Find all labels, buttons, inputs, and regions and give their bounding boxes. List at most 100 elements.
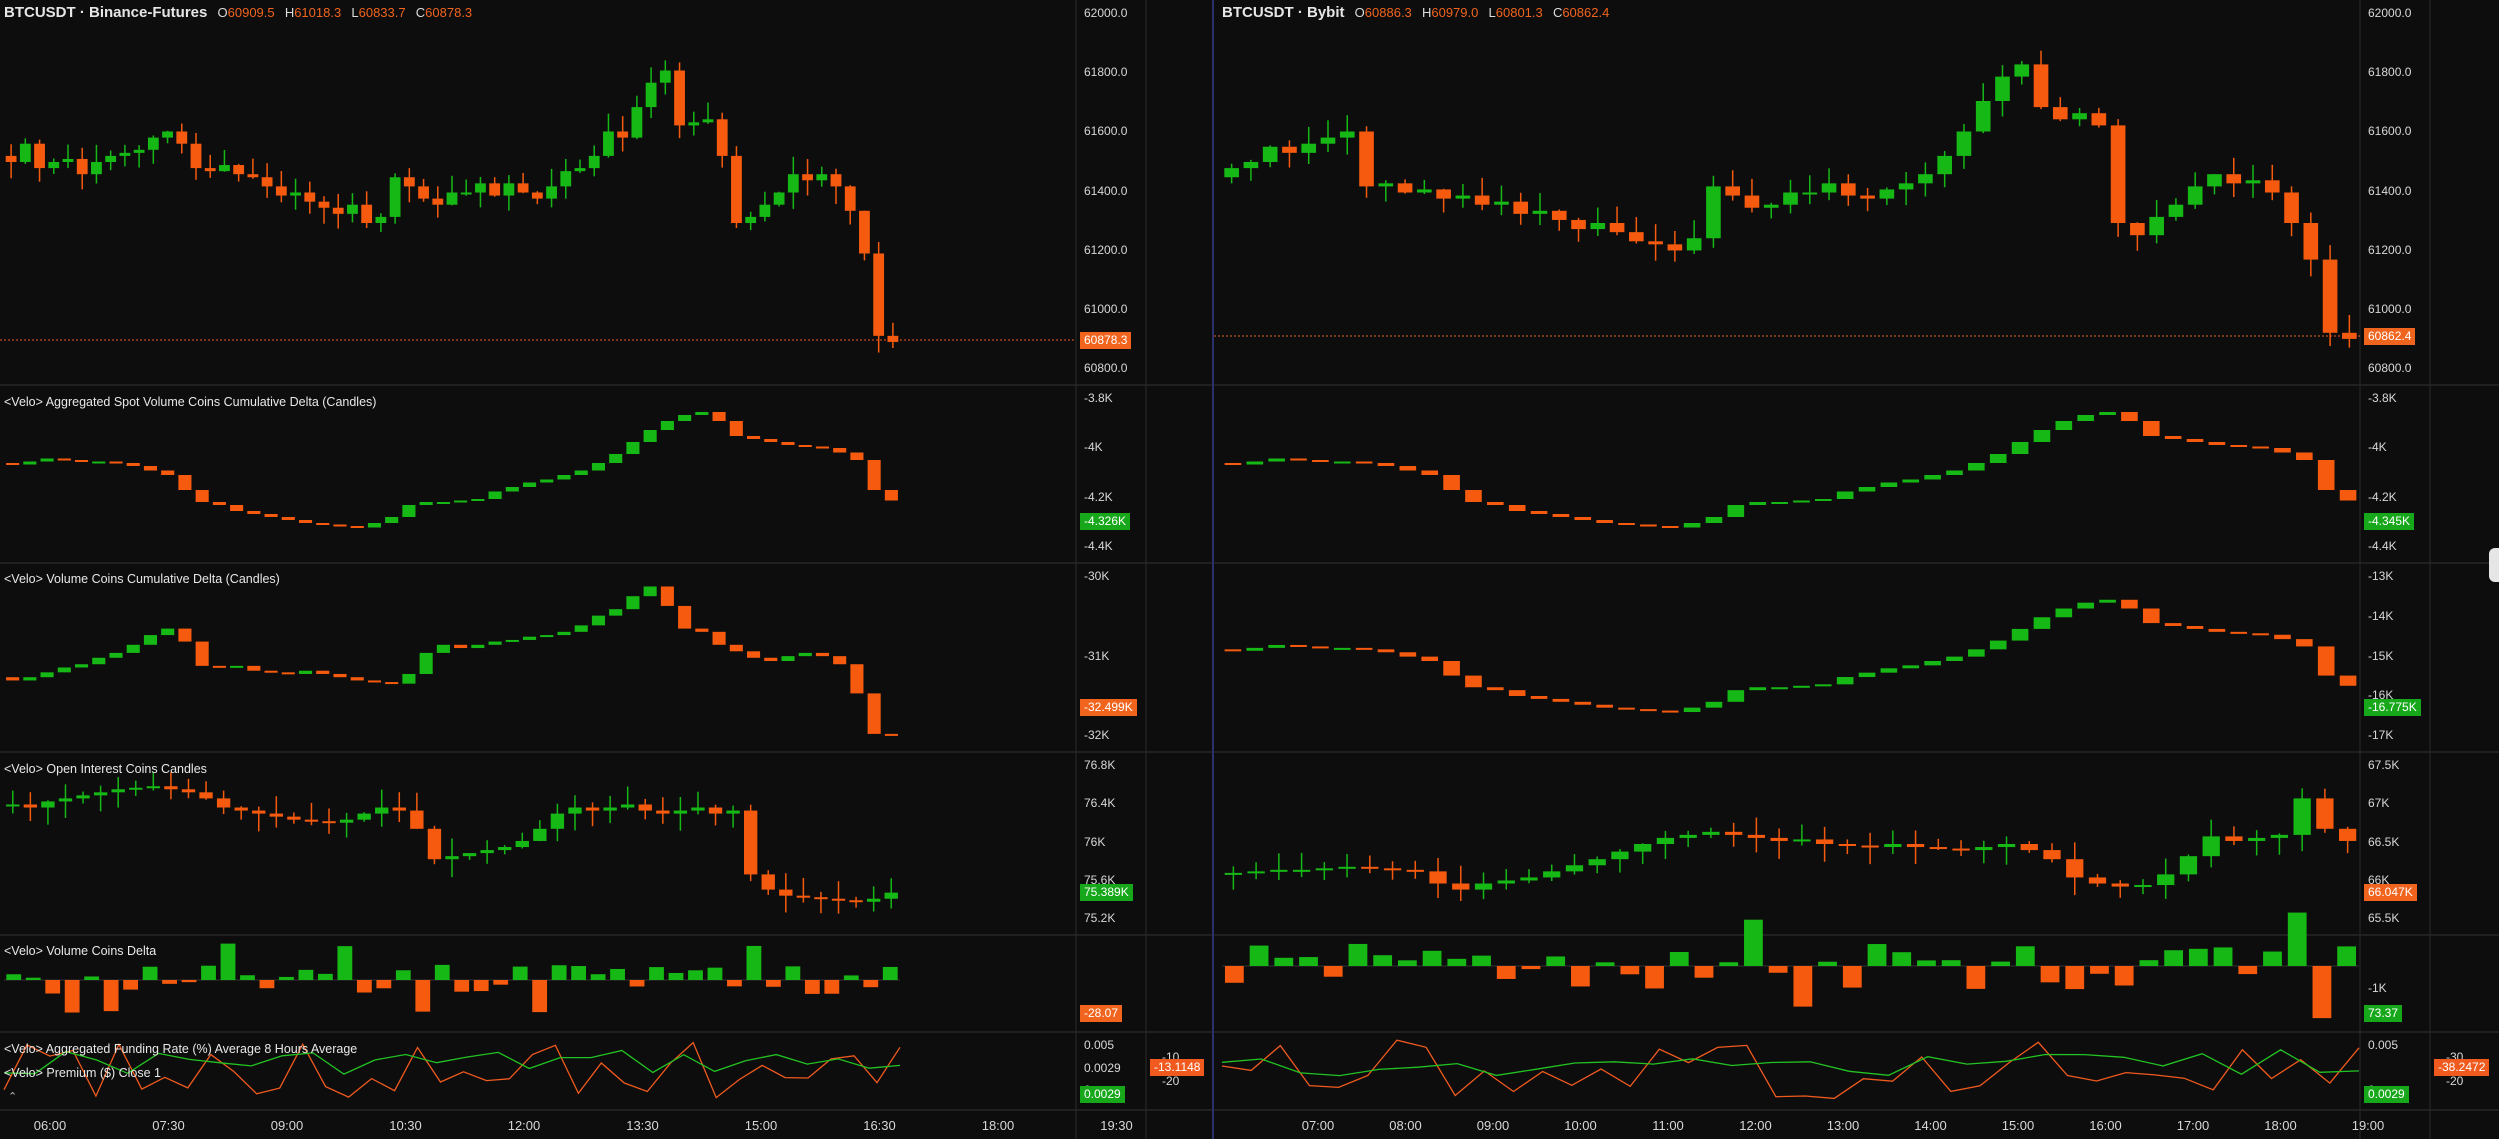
- left-price-candle: [389, 177, 401, 217]
- left-spot-cd-candle: [333, 524, 347, 527]
- right-price-candle: [2226, 174, 2242, 184]
- left-delta-bar: [863, 980, 879, 988]
- left-price-candle: [304, 192, 316, 202]
- right-price-candle: [1320, 137, 1336, 144]
- right-delta-bar: [1472, 955, 1491, 966]
- right-oi-candle: [1406, 869, 1424, 872]
- left-vol-cd-candle: [350, 677, 364, 681]
- left-price-candle: [62, 158, 74, 162]
- left-vol-cd-candle: [609, 609, 623, 616]
- left-price-candle: [48, 162, 60, 169]
- left-oi-candle: [287, 816, 301, 820]
- left-oi-candle: [199, 792, 213, 799]
- right-delta-bar: [1694, 966, 1714, 978]
- right-price-candle: [1629, 232, 1644, 242]
- right-axis-tick: -3.8K: [2368, 391, 2397, 405]
- left-oi-candle: [93, 792, 108, 796]
- left-vol-cd-candle: [57, 667, 71, 673]
- right-delta-bar: [1818, 961, 1837, 966]
- right-delta-bar: [2114, 966, 2134, 986]
- left-oi-candle: [357, 813, 371, 820]
- right-oi-candle: [1679, 834, 1697, 838]
- collapse-handle-icon[interactable]: [2489, 548, 2499, 582]
- chevron-up-icon[interactable]: ⌃: [8, 1090, 17, 1103]
- right-oi-candle: [2293, 798, 2311, 835]
- left-vol-cd-candle: [643, 586, 657, 597]
- right-time-label: 15:00: [2001, 1118, 2035, 1133]
- left-spot-cd-candle: [57, 458, 71, 461]
- left-price-candle: [347, 204, 358, 214]
- left-delta-bar: [629, 980, 645, 987]
- left-chart[interactable]: BTCUSDT · Binance-Futures O60909.5 H6101…: [0, 0, 1212, 1139]
- left-spot-cd-candle: [6, 463, 20, 465]
- right-vol-cd-candle: [1814, 684, 1832, 687]
- left-vol-cd-candle: [746, 651, 761, 658]
- left-delta-bar: [843, 975, 859, 980]
- left-delta-bar: [25, 977, 41, 980]
- left-spot-cd-candle: [195, 490, 209, 502]
- right-price-candle: [1224, 168, 1239, 178]
- right-last-value-tag: -16.775K: [2364, 699, 2421, 717]
- right-price-candle: [2033, 64, 2049, 108]
- left-vol-cd-candle: [695, 628, 709, 632]
- right-delta-bar: [2164, 950, 2184, 966]
- left-spot-cd-candle: [247, 511, 261, 514]
- left-panel-title-2: <Velo> Volume Coins Cumulative Delta (Ca…: [4, 572, 280, 586]
- right-vol-cd-candle: [2274, 634, 2291, 640]
- right-vol-cd-candle: [1465, 675, 1482, 688]
- left-price-candle: [887, 335, 899, 342]
- left-spot-cd-candle: [92, 461, 106, 464]
- right-delta-bar: [1719, 962, 1739, 966]
- left-price-candle: [588, 155, 600, 169]
- right-spot-cd-candle: [1749, 502, 1767, 505]
- right-spot-cd-candle: [1312, 460, 1329, 462]
- right-last-value-tag: 60862.4: [2364, 328, 2416, 345]
- right-spot-cd-candle: [1508, 505, 1526, 511]
- left-oi-candle: [58, 798, 73, 802]
- right-delta-bar: [2090, 966, 2109, 974]
- right-vol-cd-candle: [2186, 626, 2204, 629]
- left-price-candle: [745, 216, 757, 223]
- left-oi-candle: [884, 892, 898, 899]
- right-price-candle: [2303, 223, 2319, 260]
- right-delta-bar: [1348, 943, 1368, 966]
- right-vol-cd-candle: [2208, 628, 2226, 632]
- left-spot-cd-candle: [660, 421, 674, 430]
- right-chart-canvas[interactable]: [1214, 0, 2499, 1139]
- right-spot-cd-candle: [1487, 502, 1504, 505]
- left-vol-cd-candle: [92, 657, 106, 665]
- left-vol-cd-candle: [195, 641, 209, 666]
- right-chart[interactable]: BTCUSDT · Bybit O60886.3 H60979.0 L60801…: [1214, 0, 2499, 1139]
- right-price-candle: [1339, 131, 1355, 138]
- left-chart-canvas[interactable]: [0, 0, 1212, 1139]
- left-oi-candle: [708, 807, 723, 814]
- right-vol-cd-candle: [1487, 687, 1504, 691]
- right-axis-tick: 61000.0: [2368, 301, 2412, 316]
- left-panel-title-4: <Velo> Volume Coins Delta: [4, 944, 157, 958]
- left-oi-candle: [269, 813, 283, 817]
- right-vol-cd-candle: [1968, 649, 1985, 657]
- right-vol-cd-candle: [1312, 646, 1329, 649]
- left-spot-cd-candle: [815, 446, 830, 449]
- right-o-label: O: [1354, 5, 1365, 20]
- left-delta-bar: [804, 980, 820, 994]
- left-spot-cd-candle: [643, 430, 657, 442]
- left-vol-cd-candle: [212, 665, 226, 668]
- left-oi-candle: [638, 804, 652, 811]
- left-oi-candle: [603, 807, 617, 811]
- left-time-label: 10:30: [389, 1118, 422, 1133]
- right-price-candle: [1513, 201, 1529, 214]
- right-oi-candle: [1975, 847, 1993, 851]
- left-vol-cd-candle: [247, 665, 261, 671]
- left-spot-cd-candle: [230, 505, 244, 511]
- right-oi-candle: [1543, 871, 1561, 878]
- left-price-candle: [233, 165, 245, 175]
- right-price-candle: [2130, 223, 2145, 236]
- left-price-candle: [162, 131, 173, 138]
- left-open: 60909.5: [227, 5, 275, 20]
- right-axis-tick: 61600.0: [2368, 124, 2412, 139]
- left-spot-cd-candle: [764, 439, 778, 442]
- left-oi-candle: [866, 898, 881, 902]
- left-vol-cd-candle: [781, 656, 795, 661]
- left-oi-candle: [410, 810, 424, 829]
